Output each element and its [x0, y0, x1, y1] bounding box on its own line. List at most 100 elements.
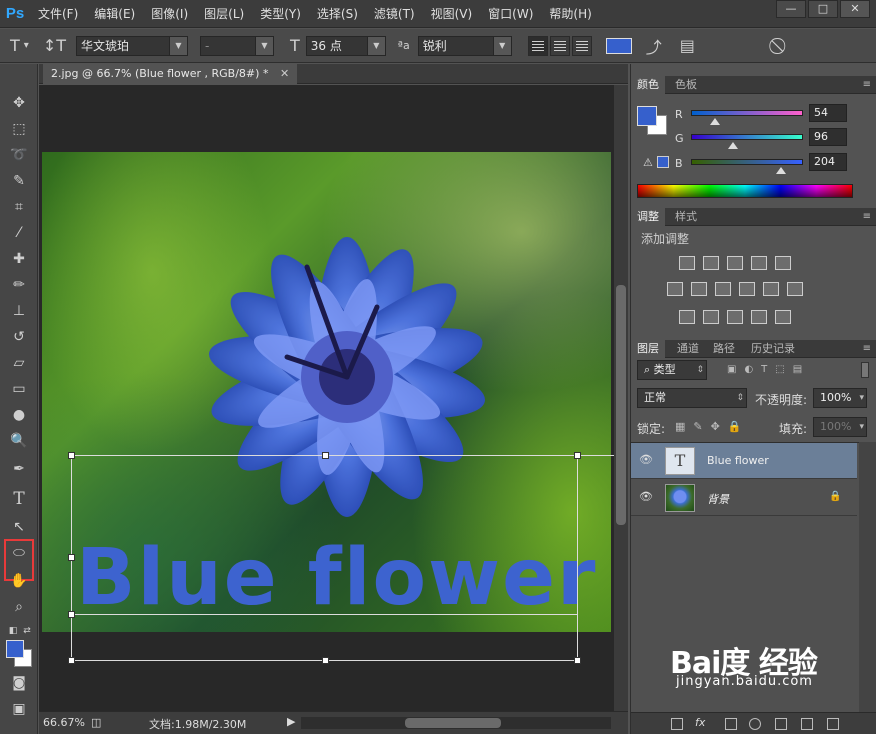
- layers-scrollbar[interactable]: [859, 442, 876, 712]
- slider-g-value[interactable]: 96: [809, 128, 847, 146]
- panel-menu-icon[interactable]: ≡: [863, 340, 871, 358]
- character-panel-icon[interactable]: ▤: [680, 36, 695, 55]
- clone-stamp-tool-icon[interactable]: ⊥: [8, 300, 30, 322]
- color-balance-icon[interactable]: [691, 282, 707, 296]
- tab-layers[interactable]: 图层: [631, 340, 665, 358]
- menu-help[interactable]: 帮助(H): [541, 0, 599, 28]
- close-icon[interactable]: ✕: [280, 67, 289, 80]
- slider-r-value[interactable]: 54: [809, 104, 847, 122]
- panel-menu-icon[interactable]: ≡: [863, 76, 871, 94]
- layer-row-text[interactable]: 👁 T Blue flower: [631, 443, 857, 479]
- transform-handle[interactable]: [322, 452, 329, 459]
- brush-tool-icon[interactable]: ✏: [8, 274, 30, 296]
- adjustment-layer-icon[interactable]: [749, 718, 761, 730]
- visibility-eye-icon[interactable]: 👁: [639, 491, 653, 503]
- status-info-icon[interactable]: ◫: [91, 716, 101, 729]
- marquee-tool-icon[interactable]: ⬚: [8, 118, 30, 140]
- vibrance-icon[interactable]: [775, 256, 791, 270]
- layer-filter-icons[interactable]: ▣◐T⬚▤: [727, 364, 810, 375]
- menu-image[interactable]: 图像(I): [143, 0, 196, 28]
- slider-r-knob[interactable]: [709, 118, 720, 125]
- type-tool-preset-icon[interactable]: T: [10, 36, 20, 55]
- photo-filter-icon[interactable]: [739, 282, 755, 296]
- transform-handle[interactable]: [68, 452, 75, 459]
- tab-history[interactable]: 历史记录: [745, 340, 801, 358]
- web-safe-swatch[interactable]: [657, 156, 669, 168]
- swap-colors-icon[interactable]: ⇄: [16, 620, 38, 642]
- transform-handle[interactable]: [68, 611, 75, 618]
- panel-menu-icon[interactable]: ≡: [863, 208, 871, 226]
- eraser-tool-icon[interactable]: ▱: [8, 352, 30, 374]
- horizontal-scrollbar[interactable]: [301, 717, 611, 729]
- tab-color[interactable]: 颜色: [631, 76, 665, 94]
- levels-icon[interactable]: [703, 256, 719, 270]
- transform-handle[interactable]: [322, 657, 329, 664]
- slider-r[interactable]: R 54: [671, 104, 876, 130]
- zoom-level[interactable]: 66.67%: [43, 716, 85, 729]
- new-layer-icon[interactable]: [801, 718, 813, 730]
- menu-layer[interactable]: 图层(L): [196, 0, 252, 28]
- slider-b-value[interactable]: 204: [809, 153, 847, 171]
- eyedropper-tool-icon[interactable]: ⁄: [8, 222, 30, 244]
- tab-channels[interactable]: 通道: [671, 340, 705, 358]
- opacity-input[interactable]: 100% ▾: [813, 388, 867, 408]
- slider-g-track[interactable]: [691, 134, 803, 140]
- antialias-select[interactable]: 锐利 ▼: [417, 35, 512, 56]
- crop-tool-icon[interactable]: ⌗: [8, 196, 30, 218]
- transform-handle[interactable]: [68, 657, 75, 664]
- history-brush-tool-icon[interactable]: ↺: [8, 326, 30, 348]
- text-color-swatch[interactable]: [605, 37, 632, 54]
- dodge-tool-icon[interactable]: 🔍: [8, 430, 30, 452]
- tab-adjustments[interactable]: 调整: [631, 208, 665, 226]
- maximize-button[interactable]: □: [808, 0, 838, 18]
- slider-b[interactable]: B 204: [671, 153, 876, 179]
- layer-row-background[interactable]: 👁 背景 🔒: [631, 480, 857, 516]
- selective-color-icon[interactable]: [751, 310, 767, 324]
- vertical-scrollbar[interactable]: [614, 85, 628, 711]
- curves-icon[interactable]: [727, 256, 743, 270]
- transform-handle[interactable]: [68, 554, 75, 561]
- menu-filter[interactable]: 滤镜(T): [366, 0, 423, 28]
- layer-name[interactable]: Blue flower: [707, 454, 769, 467]
- slider-r-track[interactable]: [691, 110, 803, 116]
- black-white-icon[interactable]: [715, 282, 731, 296]
- text-orientation-icon[interactable]: ↕T: [43, 36, 66, 55]
- menu-type[interactable]: 类型(Y): [252, 0, 309, 28]
- transform-handle[interactable]: [574, 452, 581, 459]
- align-left-button[interactable]: [527, 35, 548, 56]
- layer-filter-select[interactable]: ⌕ 类型 ⇕: [637, 360, 707, 380]
- menu-edit[interactable]: 编辑(E): [86, 0, 143, 28]
- add-mask-icon[interactable]: [725, 718, 737, 730]
- pen-tool-icon[interactable]: ✒: [8, 458, 30, 480]
- menu-view[interactable]: 视图(V): [423, 0, 481, 28]
- slider-g[interactable]: G 96: [671, 128, 876, 154]
- color-spectrum-bar[interactable]: [637, 184, 853, 198]
- gradient-map-icon[interactable]: [775, 310, 791, 324]
- move-tool-icon[interactable]: ✥: [8, 92, 30, 114]
- visibility-eye-icon[interactable]: 👁: [639, 454, 653, 466]
- canvas-area[interactable]: Blue flower: [39, 85, 614, 711]
- blur-tool-icon[interactable]: ●: [8, 404, 30, 426]
- menu-file[interactable]: 文件(F): [30, 0, 86, 28]
- quick-select-tool-icon[interactable]: ✎: [8, 170, 30, 192]
- brightness-contrast-icon[interactable]: [679, 256, 695, 270]
- healing-brush-tool-icon[interactable]: ✚: [8, 248, 30, 270]
- fill-input[interactable]: 100% ▾: [813, 417, 867, 437]
- text-bounding-box[interactable]: [71, 455, 578, 661]
- preset-dropdown-icon[interactable]: ▾: [24, 40, 29, 51]
- align-right-button[interactable]: [571, 35, 592, 56]
- new-group-icon[interactable]: [775, 718, 787, 730]
- screen-mode-icon[interactable]: ▣: [8, 698, 30, 720]
- transform-handle[interactable]: [574, 657, 581, 664]
- lock-options-icons[interactable]: ▦✎✥🔒: [675, 420, 750, 433]
- color-lookup-icon[interactable]: [787, 282, 803, 296]
- minimize-button[interactable]: —: [776, 0, 806, 18]
- blend-mode-select[interactable]: 正常 ⇕: [637, 388, 747, 408]
- tab-styles[interactable]: 样式: [669, 208, 703, 226]
- warp-text-icon[interactable]: ⤴: [646, 34, 662, 58]
- posterize-icon[interactable]: [703, 310, 719, 324]
- fx-icon[interactable]: fx: [695, 716, 705, 729]
- trash-icon[interactable]: [827, 718, 839, 730]
- document-tab[interactable]: 2.jpg @ 66.7% (Blue flower , RGB/8#) * ✕: [43, 64, 298, 84]
- font-family-select[interactable]: 华文琥珀 ▼: [76, 35, 188, 56]
